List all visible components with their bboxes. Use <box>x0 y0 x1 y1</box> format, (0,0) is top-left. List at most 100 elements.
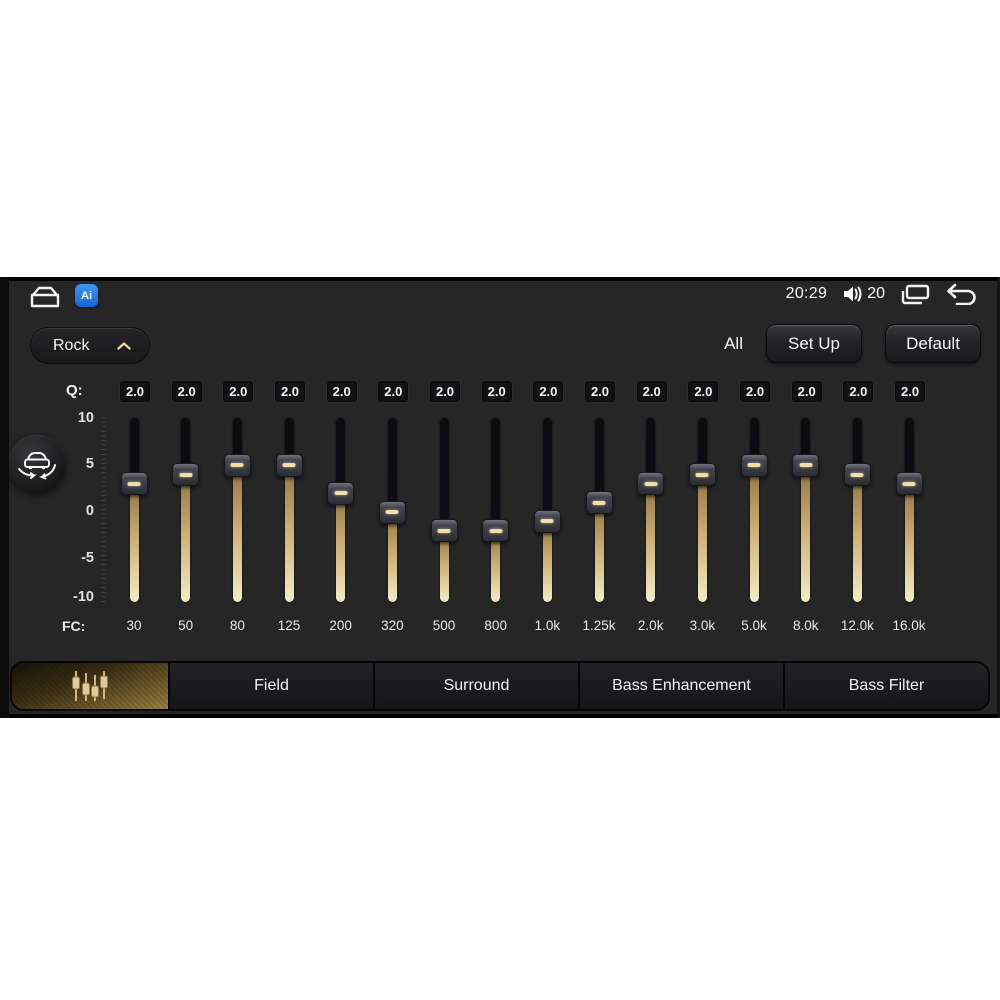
eq-slider-fill <box>181 474 191 602</box>
eq-slider-handle[interactable] <box>843 463 871 487</box>
tab-label: Field <box>254 677 289 694</box>
handle-marker <box>334 491 348 496</box>
ai-app-glyph: Ai <box>81 289 92 302</box>
tab-field[interactable]: Field <box>170 663 375 709</box>
gain-scale-label: 10 <box>77 410 94 426</box>
q-value-box[interactable]: 2.0 <box>377 380 410 403</box>
eq-slider-fill <box>594 502 604 602</box>
eq-slider-fill <box>284 465 294 602</box>
handle-marker <box>747 463 761 468</box>
handle-marker <box>902 481 916 486</box>
q-value-box[interactable]: 2.0 <box>894 380 927 403</box>
eq-slider-handle[interactable] <box>120 472 148 496</box>
eq-slider-fill <box>749 465 759 602</box>
q-value-box[interactable]: 2.0 <box>635 380 668 403</box>
handle-marker <box>230 463 244 468</box>
handle-marker <box>127 481 141 486</box>
eq-slider-fill <box>129 483 139 602</box>
fc-frequency-label: 16.0k <box>892 618 926 633</box>
tab-label: Bass Filter <box>848 677 925 694</box>
eq-slider-handle[interactable] <box>585 491 613 515</box>
eq-slider-handle[interactable] <box>637 472 665 496</box>
q-value-box[interactable]: 2.0 <box>325 380 358 403</box>
handle-marker <box>850 472 864 477</box>
tab-surround[interactable]: Surround <box>375 663 580 709</box>
gain-scale-label: -5 <box>81 550 94 566</box>
clock: 20:29 <box>785 285 828 302</box>
handle-marker <box>644 481 658 486</box>
handle-marker <box>540 519 554 524</box>
eq-slider-fill <box>646 483 656 602</box>
bottom-tab-bar: Field Surround Bass Enhancement Bass Filter <box>10 661 990 711</box>
eq-slider-handle[interactable] <box>533 509 561 533</box>
eq-slider-handle[interactable] <box>895 472 923 496</box>
eq-slider-handle[interactable] <box>792 453 820 477</box>
handle-marker <box>592 500 606 505</box>
volume-level: 20 <box>867 285 885 302</box>
eq-slider-handle[interactable] <box>430 519 458 543</box>
handle-marker <box>437 528 451 533</box>
head-unit-screen: Ai 20:29 20 Rock All Set Up Default Q: F… <box>0 277 1000 718</box>
q-row-label: Q: <box>66 382 83 399</box>
equalizer-sliders-icon <box>72 671 108 701</box>
screen-frame-top <box>0 277 1000 281</box>
handle-marker <box>282 463 296 468</box>
q-value-box[interactable]: 2.0 <box>842 380 875 403</box>
eq-slider-fill <box>232 465 242 602</box>
eq-slider-handle[interactable] <box>740 453 768 477</box>
q-value-box[interactable]: 2.0 <box>739 380 772 403</box>
eq-slider-handle[interactable] <box>327 481 355 505</box>
q-value-box[interactable]: 2.0 <box>584 380 617 403</box>
handle-marker <box>385 510 399 514</box>
q-value-box[interactable]: 2.0 <box>480 380 513 403</box>
tab-bass-enhancement[interactable]: Bass Enhancement <box>580 663 785 709</box>
q-value-box[interactable]: 2.0 <box>532 380 565 403</box>
screen-frame-bottom <box>0 714 1000 718</box>
q-value-box[interactable]: 2.0 <box>170 380 203 403</box>
ai-app-icon[interactable]: Ai <box>75 284 98 307</box>
tab-equalizer[interactable] <box>12 663 170 709</box>
eq-slider-handle[interactable] <box>172 463 200 487</box>
eq-slider-handle[interactable] <box>688 463 716 487</box>
sound-position-button[interactable] <box>8 435 66 493</box>
eq-slider-handle[interactable] <box>482 519 510 543</box>
chevron-up-icon <box>117 341 131 350</box>
tab-label: Surround <box>443 677 510 694</box>
home-button[interactable] <box>27 285 63 309</box>
preset-dropdown[interactable]: Rock <box>30 327 150 364</box>
fc-row-label: FC: <box>62 618 86 634</box>
eq-slider-handle[interactable] <box>378 500 406 524</box>
q-value-box[interactable]: 2.0 <box>790 380 823 403</box>
home-icon <box>30 286 60 308</box>
handle-marker <box>179 472 193 477</box>
eq-slider-handle[interactable] <box>223 453 251 477</box>
setup-button[interactable]: Set Up <box>766 324 862 363</box>
q-value-box[interactable]: 2.0 <box>687 380 720 403</box>
eq-slider-fill <box>542 521 552 602</box>
eq-slider-fill <box>801 465 811 602</box>
eq-slider-fill <box>387 512 397 602</box>
recent-apps-icon[interactable] <box>900 284 930 305</box>
eq-slider-fill <box>697 474 707 602</box>
eq-slider-fill <box>852 474 862 602</box>
car-surround-sound-icon <box>18 452 56 480</box>
status-bar-right: 20:29 20 <box>786 283 978 305</box>
handle-marker <box>799 463 813 468</box>
preset-selected-label: Rock <box>53 336 90 354</box>
q-value-box[interactable]: 2.0 <box>119 380 151 403</box>
handle-marker <box>489 528 503 533</box>
q-value-box[interactable]: 2.0 <box>222 380 255 403</box>
default-button[interactable]: Default <box>885 324 981 363</box>
screen-frame-left <box>0 277 9 718</box>
speaker-icon <box>844 286 862 302</box>
back-icon[interactable] <box>945 283 978 305</box>
q-value-box[interactable]: 2.0 <box>274 380 306 403</box>
q-value-box[interactable]: 2.0 <box>429 380 462 403</box>
volume-indicator[interactable]: 20 <box>842 285 885 303</box>
eq-slider-handle[interactable] <box>275 453 303 477</box>
eq-slider-fill <box>904 483 914 602</box>
gain-scale-label: 0 <box>85 503 94 519</box>
tab-bass-filter[interactable]: Bass Filter <box>785 663 988 709</box>
all-button[interactable]: All <box>724 334 743 354</box>
tab-label: Bass Enhancement <box>612 677 751 694</box>
